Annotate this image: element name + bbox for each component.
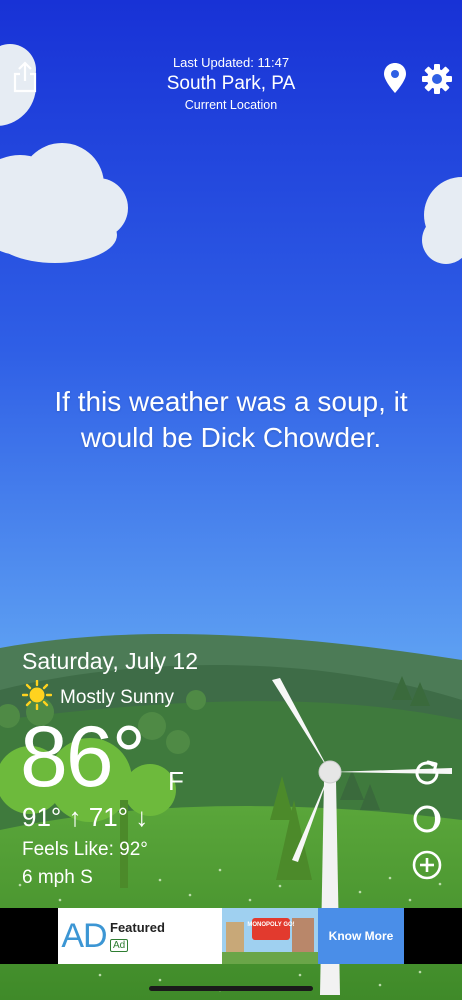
forecast-date: Saturday, July 12 <box>22 648 199 674</box>
ad-image[interactable]: MONOPOLY GO! <box>222 908 318 964</box>
high-low-temperature: 91° ↑ 71° ↓ <box>22 802 149 832</box>
location-pin-icon[interactable] <box>382 62 408 94</box>
current-location-label: Current Location <box>184 98 278 112</box>
ad-text-block: Featured Ad <box>110 908 222 964</box>
refresh-icon[interactable] <box>410 756 444 790</box>
ad-badge: Ad <box>110 939 129 952</box>
home-indicator[interactable] <box>149 986 313 991</box>
current-temperature: 86° <box>20 709 146 805</box>
ad-logo: AD <box>61 916 107 955</box>
ad-game-label: MONOPOLY GO! <box>247 922 294 928</box>
moon-icon[interactable] <box>410 802 444 836</box>
wind-text: 6 mph S <box>22 867 93 888</box>
condition-text: Mostly Sunny <box>60 686 175 708</box>
zoom-plus-icon[interactable] <box>410 848 444 882</box>
know-more-button[interactable]: Know More <box>318 908 404 964</box>
feels-like-text: Feels Like: 92° <box>22 839 148 860</box>
temperature-unit[interactable]: F <box>168 766 184 797</box>
weather-quote: If this weather was a soup, it would be … <box>54 386 408 453</box>
ad-banner[interactable]: AD Featured Ad MONOPOLY GO! Know More <box>58 908 404 964</box>
gear-icon[interactable] <box>420 62 454 96</box>
ad-title: Featured <box>110 920 165 935</box>
